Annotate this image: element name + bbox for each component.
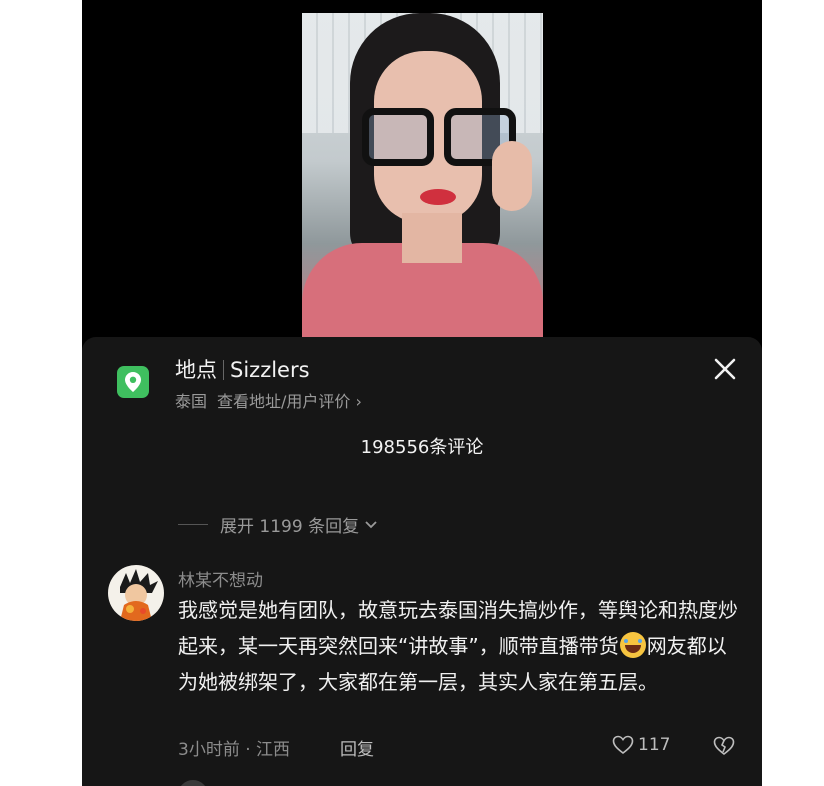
expand-replies-label: 展开 1199 条回复 (220, 517, 360, 537)
comment-text: 我感觉是她有团队，故意玩去泰国消失搞炒作，等舆论和热度炒起来，某一天再突然回来“… (178, 592, 738, 700)
location-title[interactable]: 地点 Sizzlers (175, 354, 310, 384)
video-person-hand (492, 141, 532, 211)
close-icon (714, 358, 736, 380)
scrolled-content-edge (582, 465, 742, 475)
like-count: 117 (638, 735, 671, 755)
chevron-right-icon: › (355, 392, 362, 411)
comment-username[interactable]: 林某不想动 (178, 566, 263, 591)
video-person-neck (402, 213, 462, 263)
comments-sheet: 地点 Sizzlers 泰国 查看地址/用户评价 › 198556条评论 展开 11… (82, 337, 762, 786)
avatar[interactable] (108, 565, 164, 621)
expand-replies-button[interactable]: 展开 1199 条回复 (178, 512, 379, 537)
divider-line (178, 524, 208, 525)
chevron-down-icon (365, 520, 377, 528)
location-reviews-link[interactable]: 查看地址/用户评价 (217, 392, 350, 411)
location-country: 泰国 (175, 392, 208, 411)
comment-meta: 3小时前 · 江西 (178, 740, 291, 760)
location-divider (223, 360, 224, 380)
location-subtitle[interactable]: 泰国 查看地址/用户评价 › (175, 388, 362, 412)
crying-laughing-emoji-icon (619, 632, 646, 658)
next-comment-avatar (178, 780, 208, 786)
reply-button[interactable]: 回复 (340, 735, 374, 760)
glasses-lens-left (362, 108, 434, 166)
app-screen: 地点 Sizzlers 泰国 查看地址/用户评价 › 198556条评论 展开 11… (82, 0, 762, 786)
dislike-button[interactable] (712, 736, 736, 760)
location-label: 地点 (175, 358, 217, 382)
heart-icon (612, 735, 634, 755)
location-name: Sizzlers (230, 358, 310, 382)
like-button[interactable]: 117 (612, 735, 670, 755)
video-player[interactable] (302, 13, 543, 343)
location-pin-icon[interactable] (117, 366, 149, 398)
close-button[interactable] (710, 354, 740, 384)
broken-heart-icon (713, 736, 735, 756)
video-person-lips (420, 189, 456, 205)
comments-count: 198556条评论 (360, 437, 484, 458)
